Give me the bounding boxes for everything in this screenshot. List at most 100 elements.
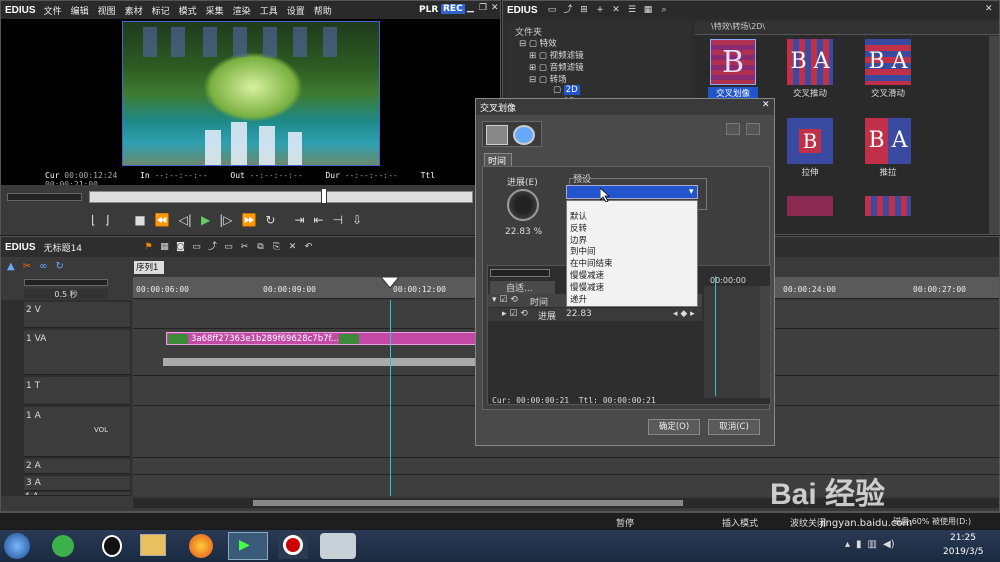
track-2v[interactable]: 2 V: [24, 302, 130, 328]
row-progress[interactable]: ▸ ☑ ⟲ 进展 22.83 ◂ ◆ ▸: [488, 308, 702, 322]
tree-item-audio-filters[interactable]: ⊞ ▢ 音频滤镜: [529, 61, 584, 73]
tab-time[interactable]: 时间: [484, 153, 512, 167]
menu-file[interactable]: 文件: [44, 4, 62, 17]
tl-icon-1[interactable]: ⚑: [142, 241, 155, 253]
tl-icon-5[interactable]: ⤴: [206, 241, 219, 253]
tree-item-effects[interactable]: ⊟ ▢ 特效: [519, 37, 557, 49]
close-icon[interactable]: ✕: [491, 3, 499, 13]
tray-battery-icon[interactable]: ▮: [856, 539, 862, 550]
record-icon[interactable]: [278, 533, 308, 559]
loop-icon[interactable]: ↻: [265, 213, 275, 227]
add-icon[interactable]: +: [594, 4, 607, 16]
track-1a[interactable]: 1 A VOL: [24, 407, 130, 457]
cancel-button[interactable]: 取消(C): [708, 419, 760, 435]
app-360-icon[interactable]: [52, 535, 74, 557]
grid-scrollbar[interactable]: [760, 286, 770, 398]
bin-close-icon[interactable]: ✕: [985, 4, 993, 14]
stop-icon[interactable]: ■: [134, 213, 145, 227]
tray-volume-icon[interactable]: ◀): [883, 539, 895, 550]
taskbar-date[interactable]: 2019/3/5: [943, 547, 983, 557]
paste-icon[interactable]: ⎘: [270, 241, 283, 253]
preset-option-slow-1[interactable]: 慢慢减速: [567, 271, 697, 283]
dialog-close-icon[interactable]: ✕: [762, 100, 770, 110]
edius-taskbar-icon[interactable]: ▶: [228, 532, 268, 560]
preset-option-default[interactable]: 默认: [567, 212, 697, 224]
clock-icon[interactable]: [513, 125, 535, 145]
preset-option-rise[interactable]: 递升: [567, 295, 697, 307]
thumb-cross-slide[interactable]: B A: [865, 39, 911, 85]
overwrite-icon[interactable]: ⇤: [314, 213, 324, 227]
fast-forward-icon[interactable]: ⏩: [241, 213, 256, 227]
mode-icon-4[interactable]: ↻: [55, 261, 63, 272]
cut-icon[interactable]: ✂: [238, 241, 251, 253]
tl-icon-7[interactable]: ✕: [286, 241, 299, 253]
menu-marker[interactable]: 标记: [152, 4, 170, 17]
scale-control[interactable]: 0.5 秒: [24, 289, 108, 299]
mark-out-icon[interactable]: ⌋: [105, 213, 110, 227]
preset-option-end-middle[interactable]: 在中间结束: [567, 259, 697, 271]
insert-icon[interactable]: ⇥: [294, 213, 304, 227]
preset-option-border[interactable]: 边界: [567, 236, 697, 248]
menu-mode[interactable]: 模式: [179, 4, 197, 17]
menu-capture[interactable]: 采集: [206, 4, 224, 17]
tl-icon-2[interactable]: ▦: [158, 241, 171, 253]
minimize-icon[interactable]: ▁: [467, 3, 474, 13]
track-3a[interactable]: 3 A: [24, 476, 130, 491]
playhead-marker[interactable]: [321, 188, 327, 204]
tl-icon-6[interactable]: ▭: [222, 241, 235, 253]
explorer-icon[interactable]: [140, 534, 166, 556]
preset-option-to-middle[interactable]: 到中间: [567, 247, 697, 259]
preset-option-slow-2[interactable]: 慢慢减速: [567, 283, 697, 295]
step-back-icon[interactable]: ◁|: [179, 213, 192, 227]
preset-select[interactable]: ▾: [566, 185, 698, 199]
rewind-icon[interactable]: ⏪: [155, 213, 170, 227]
redo-dialog-icon[interactable]: [746, 123, 760, 135]
view-icon[interactable]: ▦: [642, 4, 655, 16]
play-icon[interactable]: ▶: [201, 213, 210, 227]
search-icon[interactable]: ⌕: [658, 4, 671, 16]
auto-label[interactable]: 自适...: [490, 281, 555, 294]
sequence-tab[interactable]: 序列1: [134, 261, 164, 274]
tray-network-icon[interactable]: ▥: [868, 539, 877, 550]
folder-icon[interactable]: ▭: [546, 4, 559, 16]
undo-icon[interactable]: ↶: [302, 241, 315, 253]
tray-arrow-icon[interactable]: ▴: [845, 539, 850, 550]
scale-slider[interactable]: [24, 279, 108, 286]
properties-icon[interactable]: ☰: [626, 4, 639, 16]
timeline-playhead-icon[interactable]: [381, 277, 399, 289]
menu-settings[interactable]: 设置: [287, 4, 305, 17]
mode-icon-1[interactable]: ▲: [7, 261, 15, 272]
preset-chevron-icon[interactable]: ▾: [689, 187, 694, 197]
track-2a[interactable]: 2 A: [24, 459, 130, 474]
restore-icon[interactable]: ❐: [479, 3, 487, 13]
thumb-push-pull[interactable]: B A: [865, 118, 911, 164]
delete-icon[interactable]: ✕: [610, 4, 623, 16]
menu-tools[interactable]: 工具: [260, 4, 278, 17]
track-4a[interactable]: 4 A: [24, 492, 130, 496]
up-folder-icon[interactable]: ⤴: [562, 4, 575, 16]
menu-clip[interactable]: 素材: [125, 4, 143, 17]
bin-scrollbar[interactable]: [989, 36, 999, 234]
scrub-bar[interactable]: [89, 191, 473, 203]
tree-item-2d[interactable]: ▢ 2D: [553, 85, 580, 95]
undo-dialog-icon[interactable]: [726, 123, 740, 135]
taskbar-time[interactable]: 21:25: [950, 533, 976, 543]
thumb-cross-push[interactable]: B A: [787, 39, 833, 85]
ok-button[interactable]: 确定(O): [648, 419, 700, 435]
paint-icon[interactable]: [486, 125, 508, 145]
thumb-cross-wipe[interactable]: B: [710, 39, 756, 85]
plr-label[interactable]: PLR: [419, 5, 438, 15]
qq-icon[interactable]: [102, 535, 122, 557]
preset-option-reverse[interactable]: 反转: [567, 224, 697, 236]
progress-knob-icon[interactable]: [507, 189, 539, 221]
tree-item-video-filters[interactable]: ⊞ ▢ 视频滤镜: [529, 49, 584, 61]
track-1va[interactable]: 1 VA: [24, 330, 130, 375]
tl-icon-4[interactable]: ▭: [190, 241, 203, 253]
mode-icon-2[interactable]: ✂: [23, 261, 31, 272]
clip-audio-bar[interactable]: [163, 358, 483, 366]
shuttle-slider[interactable]: [7, 193, 82, 201]
menu-edit[interactable]: 编辑: [71, 4, 89, 17]
clip-va[interactable]: 3a68ff27363e1b289f69628c7b7f...: [166, 332, 486, 345]
mode-icon-3[interactable]: ∞: [39, 261, 47, 272]
rec-label[interactable]: REC: [441, 4, 465, 14]
